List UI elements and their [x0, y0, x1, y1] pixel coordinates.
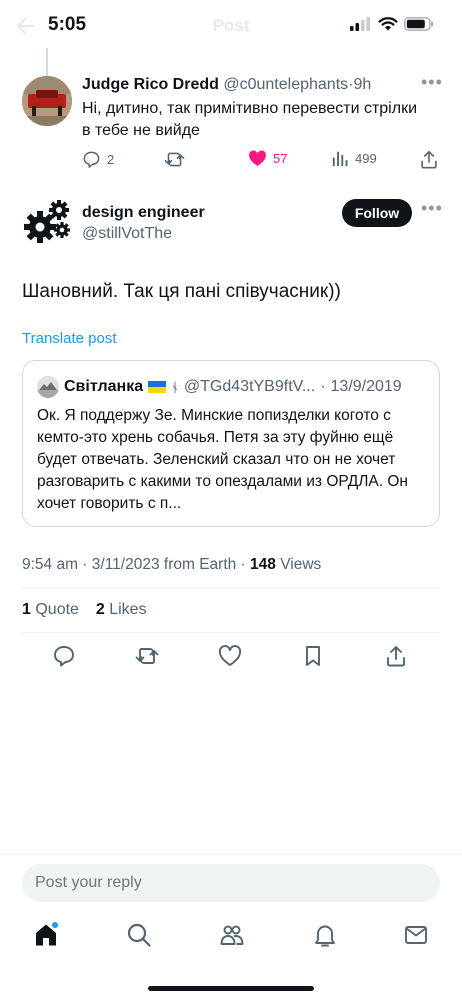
post-text: Шановний. Так ця пані співучасник)) [22, 281, 341, 302]
communities-icon[interactable] [219, 922, 245, 948]
follow-button[interactable]: Follow [342, 199, 412, 227]
reply-icon[interactable] [52, 644, 76, 668]
post-timestamp: 9:54 am · 3/11/2023 from Earth · 148 Vie… [22, 556, 321, 574]
home-notification-dot [52, 922, 58, 928]
heart-icon[interactable] [218, 644, 242, 668]
reply-header: Judge Rico Dredd @c0untelephants·9h [82, 76, 371, 94]
quote-author-handle: @TGd43tYB9ftV... [183, 378, 316, 395]
likes-count: 2 [95, 601, 105, 618]
bottom-tab-bar [0, 918, 462, 958]
reply-icon [83, 151, 100, 168]
home-indicator[interactable] [148, 986, 314, 991]
like-count: 57 [273, 151, 288, 166]
composer-divider [0, 854, 462, 855]
quote-text: Ок. Я поддержу Зе. Минские попизделки ко… [37, 407, 408, 512]
divider [22, 632, 440, 633]
quote-author-name: Світланка [64, 378, 144, 395]
timestamp-text: 9:54 am · 3/11/2023 from Earth · [22, 556, 251, 573]
reply-actions: 2 57 499 [82, 150, 442, 172]
quote-extra-glyph: ᚾ [171, 379, 179, 395]
divider [22, 588, 440, 589]
like-button[interactable]: 57 [248, 150, 287, 167]
more-icon[interactable]: ••• [421, 72, 443, 93]
retweet-icon[interactable] [135, 644, 159, 668]
views-button[interactable]: 499 [332, 150, 377, 167]
ukraine-flag-icon [148, 381, 167, 393]
notifications-icon[interactable] [312, 922, 338, 948]
messages-icon[interactable] [403, 922, 429, 948]
quotes-count: 1 [22, 601, 31, 618]
author-handle[interactable]: @stillVotThe [82, 225, 172, 243]
quotes-label: Quote [30, 601, 79, 618]
quote-date: 13/9/2019 [330, 378, 402, 395]
reply-text: Ні, дитино, так примітивно перевести стр… [82, 100, 417, 139]
thread-line [46, 48, 48, 76]
views-icon [332, 151, 348, 167]
likes-label: Likes [104, 601, 147, 618]
reply-input[interactable] [22, 864, 440, 902]
reply-count: 2 [107, 152, 115, 167]
reply-author-name[interactable]: Judge Rico Dredd [82, 76, 219, 93]
share-icon[interactable] [384, 644, 408, 668]
bookmark-icon[interactable] [301, 644, 325, 668]
heart-icon [249, 150, 266, 167]
engagement-stats: 1 Quote 2 Likes [22, 601, 147, 619]
share-button[interactable] [420, 150, 438, 169]
nav-header: Post [0, 14, 462, 42]
gear-avatar[interactable] [22, 196, 72, 246]
likes-stat[interactable]: 2 Likes [96, 601, 147, 618]
page-title: Post [212, 16, 250, 35]
more-icon[interactable]: ••• [421, 198, 443, 219]
reply-time: 9h [353, 76, 372, 93]
quote-avatar [37, 376, 59, 398]
reply-button[interactable]: 2 [82, 150, 114, 169]
translate-link[interactable]: Translate post [22, 330, 117, 347]
quotes-stat[interactable]: 1 Quote [22, 601, 79, 618]
post-actions [0, 644, 462, 670]
avatar[interactable] [22, 76, 72, 126]
reply-author-handle[interactable]: @c0untelephants [223, 76, 348, 93]
views-label: Views [275, 556, 322, 573]
views-total: 148 [250, 556, 276, 573]
quoted-post[interactable]: Світланка ᚾ @TGd43tYB9ftV... · 13/9/2019… [22, 360, 440, 527]
quote-separator: · [320, 378, 326, 395]
quote-header: Світланка ᚾ @TGd43tYB9ftV... · 13/9/2019 [37, 376, 402, 398]
retweet-icon [164, 152, 185, 167]
views-count: 499 [355, 151, 377, 166]
search-icon[interactable] [126, 922, 152, 948]
retweet-button[interactable] [164, 150, 185, 169]
share-icon [421, 150, 437, 169]
author-name[interactable]: design engineer [82, 204, 205, 222]
